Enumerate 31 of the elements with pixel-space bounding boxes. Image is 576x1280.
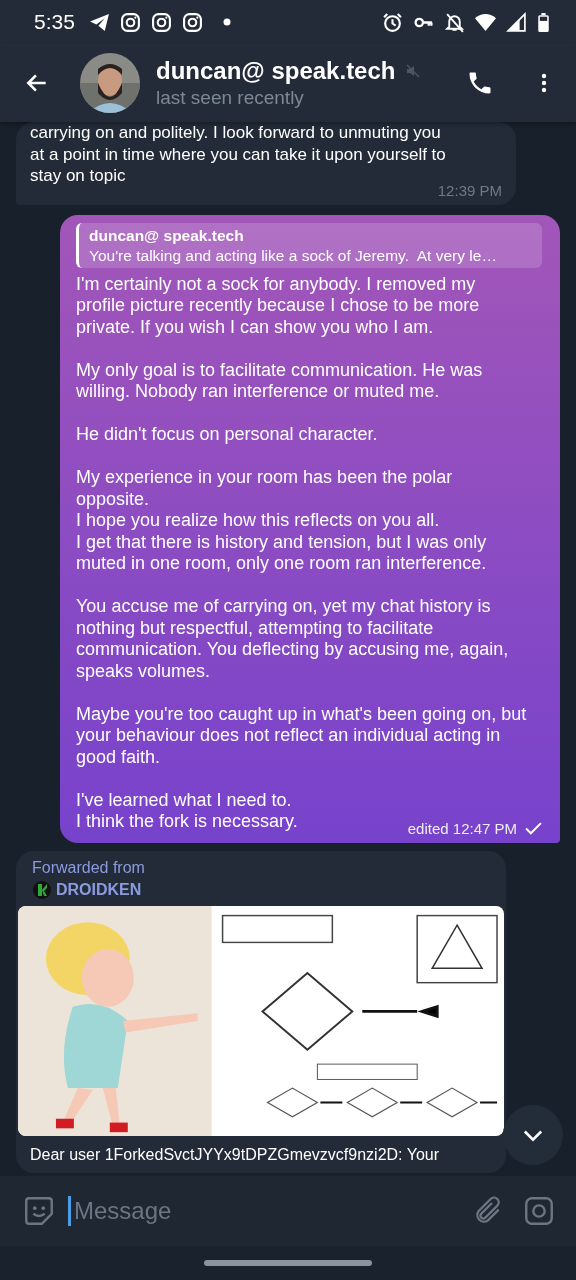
message-text: You accuse me of carrying on, yet my chat history is nothing but respectful, attempting to facilitate communication. You deflecting by accusing me, again, speaks volumes. (76, 596, 510, 682)
message-text: My only goal is to facilitate communication. He was willing. Nobody ran interference or muted me. (76, 359, 484, 403)
camera-app-icon (119, 11, 141, 33)
bell-off-icon (444, 11, 465, 33)
camera-icon[interactable] (522, 1194, 556, 1228)
message-text: My experience in your room has been the polar opposite. I hope you realize how this reflects on you all. I get that there is history and tension, but I was only muted in one room, only one room ran interference. (76, 467, 488, 575)
quote-author: duncan@ speak.tech (89, 226, 245, 245)
sticker-icon[interactable] (22, 1194, 56, 1228)
message-text: Dear user 1ForkedSvctJYYx9tDPZGmevzvcf9nzi2D: Your (29, 1144, 441, 1165)
channel-avatar-icon (32, 879, 52, 900)
dot-icon (222, 18, 231, 26)
reply-quote[interactable]: duncan@ speak.tech You're talking and acting like a sock of Jeremy. At very le… (76, 222, 542, 268)
camera-app-icon (150, 11, 172, 33)
message-text: I'm certainly not a sock for anybody. I removed my profile picture recently because I chose to be more private. If you wish I can show you who I am. (76, 273, 481, 338)
chat-title: duncan@ speak.tech (156, 57, 396, 85)
wifi-icon (475, 11, 496, 33)
alarm-icon (382, 11, 403, 33)
forwarded-label: Forwarded from (32, 858, 146, 877)
message-text: Maybe you're too caught up in what's been going on, but your behaviour does not reflect an individual acting in good faith. (76, 703, 528, 768)
paper-plane-icon (88, 11, 110, 33)
message-text: He didn't focus on personal character. (76, 424, 379, 446)
camera-app-icon (181, 11, 203, 33)
message-text: I've learned what I need to. I think the fork is necessary. (76, 789, 298, 833)
status-time: 5:35 (34, 10, 75, 34)
forward-source-link[interactable]: DROIDKEN (56, 880, 142, 899)
message-input[interactable]: Message (72, 1196, 460, 1226)
signal-icon (506, 11, 527, 33)
last-seen-status: last seen recently (156, 87, 305, 109)
quote-text: You're talking and acting like a sock of Jeremy. At very le… (89, 246, 498, 265)
battery-icon (537, 11, 550, 33)
message-time: edited 12:47 PM (407, 819, 517, 837)
